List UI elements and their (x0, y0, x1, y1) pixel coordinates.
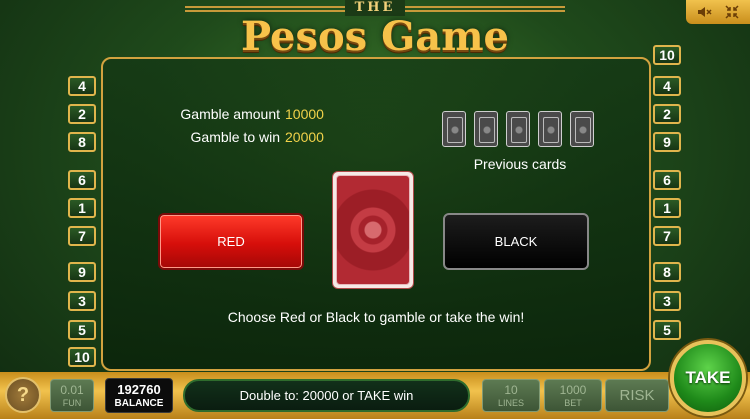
lines-box[interactable]: 10 LINES (482, 379, 540, 412)
mute-speaker-icon[interactable] (696, 4, 712, 20)
right-line-number: 3 (653, 291, 681, 311)
collapse-arrows-icon[interactable] (724, 4, 740, 20)
help-button[interactable]: ? (5, 377, 41, 413)
previous-card (538, 111, 562, 147)
right-line-number: 2 (653, 104, 681, 124)
previous-card (474, 111, 498, 147)
balance-box: 192760 BALANCE (105, 378, 173, 413)
right-line-number: 4 (653, 76, 681, 96)
left-line-number: 4 (68, 76, 96, 96)
bet-label: BET (564, 398, 582, 408)
previous-card (570, 111, 594, 147)
gamble-to-win-label: Gamble to win (190, 129, 280, 145)
previous-cards-label: Previous cards (473, 156, 567, 172)
face-down-card (332, 171, 414, 289)
balance-value: 192760 (117, 382, 161, 397)
left-line-number: 9 (68, 262, 96, 282)
left-line-number: 6 (68, 170, 96, 190)
card-back-pattern (336, 175, 410, 285)
left-line-number: 1 (68, 198, 96, 218)
fun-label: FUN (62, 398, 82, 408)
right-line-number: 6 (653, 170, 681, 190)
balance-label: BALANCE (114, 398, 164, 409)
gamble-amount-label: Gamble amount (180, 106, 280, 122)
left-line-number: 5 (68, 320, 96, 340)
bet-box[interactable]: 1000 BET (544, 379, 602, 412)
right-line-number: 1 (653, 198, 681, 218)
take-button[interactable]: TAKE (670, 340, 746, 416)
left-line-number: 10 (68, 347, 96, 367)
fun-value: 0.01 (60, 383, 84, 397)
right-line-number: 5 (653, 320, 681, 340)
right-line-number: 10 (653, 45, 681, 65)
lines-label: LINES (497, 398, 524, 408)
instruction-text: Choose Red or Black to gamble or take th… (227, 309, 525, 325)
left-line-number: 7 (68, 226, 96, 246)
previous-card (442, 111, 466, 147)
system-bar (686, 0, 750, 24)
previous-card (506, 111, 530, 147)
right-line-number: 8 (653, 262, 681, 282)
right-line-number: 9 (653, 132, 681, 152)
right-line-number: 7 (653, 226, 681, 246)
game-screen: THE Pesos Game 4 2 8 6 1 7 9 3 5 10 10 4… (0, 0, 750, 419)
gamble-to-win-value: 20000 (285, 129, 324, 145)
bet-value: 1000 (559, 383, 587, 397)
lines-value: 10 (504, 383, 518, 397)
left-line-number: 8 (68, 132, 96, 152)
red-button[interactable]: RED (158, 213, 304, 270)
black-button[interactable]: BLACK (443, 213, 589, 270)
left-line-number: 3 (68, 291, 96, 311)
message-box: Double to: 20000 or TAKE win (183, 379, 470, 412)
gamble-amount-value: 10000 (285, 106, 324, 122)
fun-box[interactable]: 0.01 FUN (50, 379, 94, 412)
left-line-number: 2 (68, 104, 96, 124)
game-title: Pesos Game (241, 13, 509, 60)
risk-button[interactable]: RISK (605, 379, 669, 412)
